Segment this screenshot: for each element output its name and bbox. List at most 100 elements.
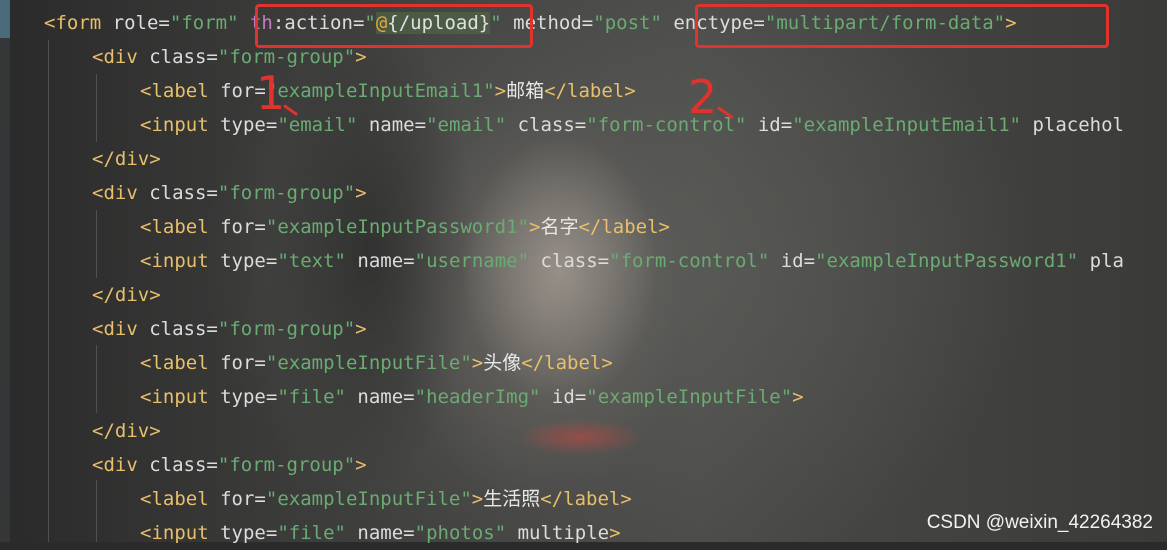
code-token: "form-control" — [609, 250, 770, 272]
code-token: "headerImg" — [414, 386, 541, 408]
code-token: id — [551, 386, 575, 408]
code-token: "file" — [277, 386, 346, 408]
code-token: </label> — [521, 352, 613, 374]
code-token: = — [254, 488, 266, 510]
code-token: "username" — [414, 250, 530, 272]
code-token: name — [357, 386, 404, 408]
code-token: id — [780, 250, 804, 272]
code-token: = — [581, 12, 594, 34]
code-token: type — [220, 522, 266, 544]
code-token: <div — [92, 318, 138, 340]
code-line[interactable]: <div class="form-group"> — [0, 312, 1167, 346]
code-line[interactable]: <label for="exampleInputEmail1">邮箱</labe… — [0, 74, 1167, 108]
code-token: "form-group" — [217, 182, 356, 204]
code-token: class — [149, 318, 207, 340]
code-token: class — [149, 46, 207, 68]
code-line[interactable]: <label for="exampleInputFile">头像</label> — [0, 346, 1167, 380]
code-token: name — [357, 250, 404, 272]
code-token: <label — [140, 216, 209, 238]
code-token: > — [792, 386, 804, 408]
code-token: multiple — [517, 522, 610, 544]
code-line[interactable]: <div class="form-group"> — [0, 176, 1167, 210]
code-token: 邮箱 — [506, 80, 545, 102]
code-token: "exampleInputEmail1" — [792, 114, 1021, 136]
code-line[interactable]: <label for="exampleInputPassword1">名字</l… — [0, 210, 1167, 244]
code-token: "form" — [169, 12, 239, 34]
code-token: "exampleInputPassword1" — [815, 250, 1079, 272]
code-token: = — [206, 182, 218, 204]
code-token: 生活照 — [483, 488, 541, 510]
code-token: <label — [140, 488, 209, 510]
code-token: > — [355, 318, 367, 340]
code-editor[interactable]: <form role="form" th:action="@{/upload}"… — [0, 6, 1167, 550]
code-token: "text" — [277, 250, 346, 272]
code-token: class — [149, 454, 207, 476]
code-token: = — [158, 12, 170, 34]
code-token: "exampleInputPassword1" — [265, 216, 529, 238]
code-token: "photos" — [414, 522, 507, 544]
code-token: "exampleInputEmail1" — [265, 80, 495, 102]
code-token: role — [112, 12, 159, 34]
code-token: > — [355, 182, 367, 204]
code-token: "form-group" — [217, 46, 356, 68]
code-token: > — [609, 522, 621, 544]
code-token: "post" — [593, 12, 662, 34]
code-token: <div — [92, 46, 138, 68]
code-token: id — [757, 114, 781, 136]
code-token: </div> — [92, 148, 161, 170]
code-line[interactable]: </div> — [0, 414, 1167, 448]
code-line[interactable]: <div class="form-group"> — [0, 448, 1167, 482]
code-token: "email" — [426, 114, 507, 136]
code-token: > — [471, 488, 484, 510]
code-token: > — [528, 216, 541, 238]
code-token: <form — [44, 12, 102, 34]
code-line[interactable]: <label for="exampleInputFile">生活照</label… — [0, 482, 1167, 516]
code-line[interactable]: <input type="file" name="headerImg" id="… — [0, 380, 1167, 414]
code-token: = — [574, 386, 587, 408]
code-line[interactable]: </div> — [0, 142, 1167, 176]
code-token: class — [149, 182, 207, 204]
code-token: = — [414, 114, 427, 136]
code-line[interactable]: </div> — [0, 278, 1167, 312]
code-line[interactable]: <input type="email" name="email" class="… — [0, 108, 1167, 142]
code-token: placehol — [1032, 114, 1124, 136]
code-token: = — [803, 250, 816, 272]
code-token: "form-group" — [217, 454, 356, 476]
code-token: "exampleInputFile" — [265, 352, 472, 374]
code-token: = — [206, 46, 218, 68]
code-token: = — [265, 386, 278, 408]
code-token: = — [403, 386, 415, 408]
code-token: <input — [140, 250, 209, 272]
code-token: </label> — [578, 216, 670, 238]
code-token: > — [471, 352, 484, 374]
highlight-box-enctype — [695, 4, 1109, 48]
code-token: type — [220, 386, 266, 408]
code-token: pla — [1089, 250, 1124, 272]
code-token: for — [220, 488, 255, 510]
code-token: = — [206, 318, 218, 340]
code-token: = — [403, 522, 415, 544]
code-token: = — [265, 250, 278, 272]
code-token: class — [540, 250, 598, 272]
code-token: name — [368, 114, 415, 136]
code-line[interactable]: <input type="text" name="username" class… — [0, 244, 1167, 278]
code-token: for — [220, 216, 255, 238]
code-token: <input — [140, 114, 209, 136]
